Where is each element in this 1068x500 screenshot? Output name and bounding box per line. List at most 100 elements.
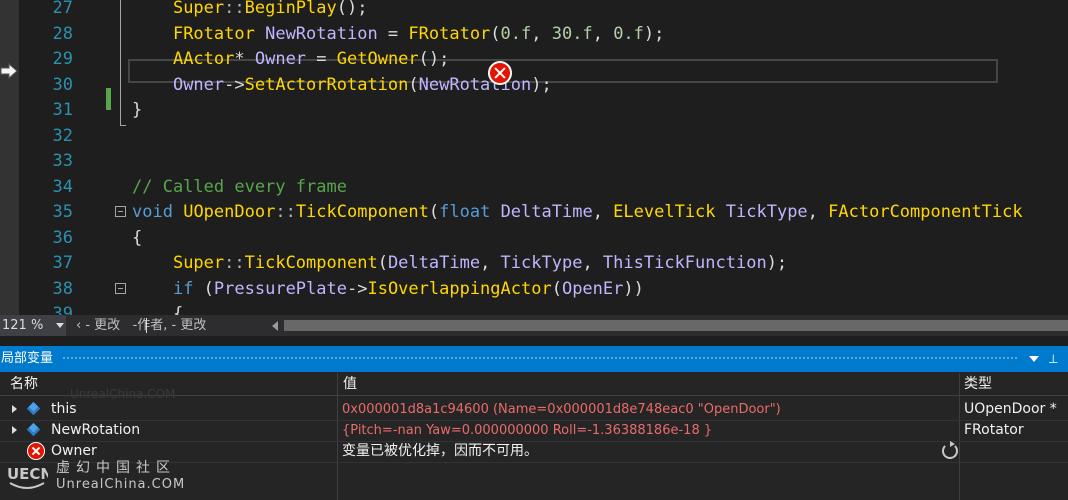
code-token: FRotator xyxy=(408,23,491,44)
refresh-icon[interactable] xyxy=(942,441,958,459)
code-token: float xyxy=(439,202,491,222)
column-name[interactable]: 名称 xyxy=(10,373,38,395)
line-number: 28 xyxy=(52,23,73,44)
panel-title: 局部变量 xyxy=(1,351,54,366)
code-token: :: xyxy=(224,0,245,18)
code-text[interactable]: if (PressurePlate->IsOverlappingActor(Op… xyxy=(132,277,644,302)
code-token: ( xyxy=(551,278,562,299)
table-row[interactable]: this 0x000001d8a1c94600 (Name=0x000001d8… xyxy=(0,399,1068,421)
code-token: TickType xyxy=(725,202,808,222)
code-line[interactable]: 36 { xyxy=(0,226,1068,251)
code-token: (); xyxy=(418,49,450,69)
code-text[interactable]: AActor* Owner = GetOwner(); xyxy=(132,47,449,72)
line-number: 27 xyxy=(52,0,73,18)
code-line[interactable]: 28 FRotator NewRotation = FRotator(0.f, … xyxy=(0,22,1068,47)
code-token: NewRotation xyxy=(265,23,378,44)
code-token: = xyxy=(377,23,409,44)
variable-value[interactable]: 变量已被优化掉，因而不可用。 xyxy=(342,441,538,462)
code-line[interactable]: 35 void UOpenDoor::TickComponent(float De… xyxy=(0,200,1068,225)
code-line[interactable]: 38 if (PressurePlate->IsOverlappingActor… xyxy=(0,277,1068,302)
code-line[interactable]: 30 Owner->SetActorRotation(NewRotation); xyxy=(0,73,1068,98)
watermark-logo: UECN xyxy=(7,465,48,489)
variable-value[interactable]: 0x000001d8a1c94600 (Name=0x000001d8e748e… xyxy=(342,399,781,420)
pin-icon[interactable]: ⊥ xyxy=(1048,352,1058,366)
code-line[interactable]: 29 AActor* Owner = GetOwner(); xyxy=(0,47,1068,72)
code-token: FRotator xyxy=(172,23,255,44)
code-token: ( xyxy=(490,23,501,44)
line-number: 31 xyxy=(52,100,73,120)
watermark-text: UnrealChina.COM xyxy=(70,387,176,401)
code-token: , xyxy=(531,23,552,44)
chevron-down-icon xyxy=(56,323,64,328)
code-token: TickType xyxy=(500,253,583,273)
code-text[interactable]: Super::BeginPlay(); xyxy=(132,0,368,21)
code-token: , xyxy=(582,253,603,273)
variable-icon xyxy=(26,401,41,416)
code-token: TickComponent xyxy=(244,253,378,273)
collapse-icon[interactable] xyxy=(115,282,126,294)
variable-name: NewRotation xyxy=(51,422,141,438)
line-number: 29 xyxy=(52,49,73,69)
code-text[interactable]: void UOpenDoor::TickComponent(float Delt… xyxy=(132,200,1023,225)
zoom-level: 121 % xyxy=(2,318,44,333)
code-token: IsOverlappingActor xyxy=(367,278,552,299)
code-editor[interactable]: 27 Super::BeginPlay(); 28 FRotator NewRot… xyxy=(0,0,1068,315)
code-token: :: xyxy=(275,202,296,222)
blame-right: -作者, - 更改 xyxy=(132,318,207,333)
code-text[interactable]: Super::TickComponent(DeltaTime, TickType… xyxy=(132,251,787,276)
line-number: 37 xyxy=(52,253,73,273)
code-token: (); xyxy=(336,0,368,18)
code-line[interactable]: 27 Super::BeginPlay(); xyxy=(0,0,1068,21)
code-line[interactable]: 32 xyxy=(0,124,1068,149)
expand-icon[interactable] xyxy=(12,405,17,413)
variable-value[interactable]: {Pitch=-nan Yaw=0.000000000 Roll=-1.3638… xyxy=(342,420,712,441)
table-row[interactable]: NewRotation {Pitch=-nan Yaw=0.000000000 … xyxy=(0,420,1068,442)
code-text[interactable]: { xyxy=(132,226,142,251)
horizontal-scrollbar[interactable] xyxy=(284,320,1068,331)
column-type[interactable]: 类型 xyxy=(964,373,992,395)
title-grip xyxy=(62,356,1018,361)
blame-info[interactable]: ‹ - 更改 -作者, - 更改 xyxy=(76,315,206,336)
code-line[interactable]: 37 Super::TickComponent(DeltaTime, TickT… xyxy=(0,251,1068,276)
editor-status-bar: 121 % ‹ - 更改 -作者, - 更改 xyxy=(0,315,1068,336)
expand-icon[interactable] xyxy=(12,426,17,434)
code-token: 30.f xyxy=(551,23,593,44)
code-token: Owner xyxy=(254,49,307,69)
code-text[interactable]: FRotator NewRotation = FRotator(0.f, 30.… xyxy=(132,22,664,47)
code-text[interactable]: { xyxy=(132,302,183,315)
line-number: 34 xyxy=(52,176,73,197)
panel-menu-icon[interactable] xyxy=(1029,356,1039,362)
scroll-left-icon[interactable] xyxy=(272,321,278,331)
code-line[interactable]: 34 // Called every frame xyxy=(0,175,1068,200)
code-token: { xyxy=(132,227,143,248)
scrollbar-thumb[interactable] xyxy=(284,320,1068,331)
collapse-icon[interactable] xyxy=(115,206,126,217)
line-number: 33 xyxy=(52,151,73,171)
error-icon[interactable] xyxy=(488,61,512,85)
code-token: ); xyxy=(531,74,552,95)
zoom-dropdown[interactable]: 121 % xyxy=(0,315,66,336)
code-line[interactable]: 31} xyxy=(0,98,1068,123)
code-token: Super xyxy=(172,0,225,18)
code-token: if xyxy=(172,278,194,299)
panel-title-bar[interactable]: 局部变量 ⊥ xyxy=(0,346,1068,372)
code-line[interactable]: 33 xyxy=(0,149,1068,174)
line-number: 38 xyxy=(52,278,73,299)
blame-left: ‹ - 更改 xyxy=(76,318,121,333)
code-line[interactable]: 39 { xyxy=(0,302,1068,315)
column-value[interactable]: 值 xyxy=(343,373,357,395)
variable-name: this xyxy=(51,401,77,417)
variable-type: UOpenDoor * xyxy=(964,401,1057,417)
line-number: 39 xyxy=(52,304,73,315)
code-token: DeltaTime xyxy=(387,253,481,273)
variable-icon xyxy=(26,422,41,437)
code-text[interactable]: // Called every frame xyxy=(132,175,347,200)
code-text[interactable]: } xyxy=(132,98,142,123)
